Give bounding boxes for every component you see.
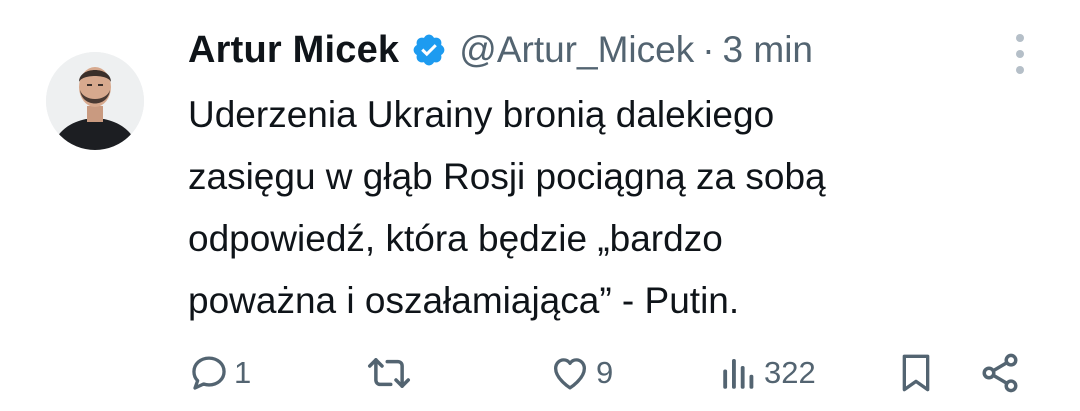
bookmark-button[interactable]: [896, 345, 936, 401]
like-icon: [548, 352, 592, 394]
views-icon: [718, 352, 760, 394]
tweet-text-line: Uderzenia Ukrainy bronią dalekiego: [188, 94, 775, 135]
action-bar: 1 9 322: [0, 345, 1080, 401]
avatar[interactable]: [46, 52, 144, 150]
share-button[interactable]: [978, 345, 1022, 401]
retweet-button[interactable]: [364, 345, 418, 401]
views-button[interactable]: 322: [718, 345, 816, 401]
tweet-text: Uderzenia Ukrainy bronią dalekiego zasię…: [188, 84, 988, 332]
views-count: 322: [764, 355, 816, 390]
reply-icon: [188, 352, 230, 394]
reply-button[interactable]: 1: [188, 345, 251, 401]
verified-badge-icon: [411, 32, 447, 68]
bookmark-icon: [896, 351, 936, 395]
tweet-text-line: odpowiedź, która będzie „bardzo: [188, 218, 723, 259]
retweet-icon: [364, 352, 414, 394]
tweet-header: Artur Micek @Artur_Micek · 3 min: [188, 26, 813, 74]
timestamp[interactable]: 3 min: [723, 29, 813, 71]
tweet-text-line: poważna i oszałamiająca” - Putin.: [188, 280, 740, 321]
author-handle[interactable]: @Artur_Micek: [459, 29, 694, 71]
share-icon: [978, 351, 1022, 395]
reply-count: 1: [234, 355, 252, 390]
like-count: 9: [596, 355, 614, 390]
more-icon[interactable]: [1006, 34, 1034, 74]
like-button[interactable]: 9: [548, 345, 613, 401]
tweet-card[interactable]: Artur Micek @Artur_Micek · 3 min Uderzen…: [0, 0, 1080, 411]
avatar-image: [46, 52, 144, 150]
display-name[interactable]: Artur Micek: [188, 29, 399, 72]
tweet-text-line: zasięgu w głąb Rosji pociągną za sobą: [188, 156, 826, 197]
separator-dot: ·: [702, 29, 715, 70]
